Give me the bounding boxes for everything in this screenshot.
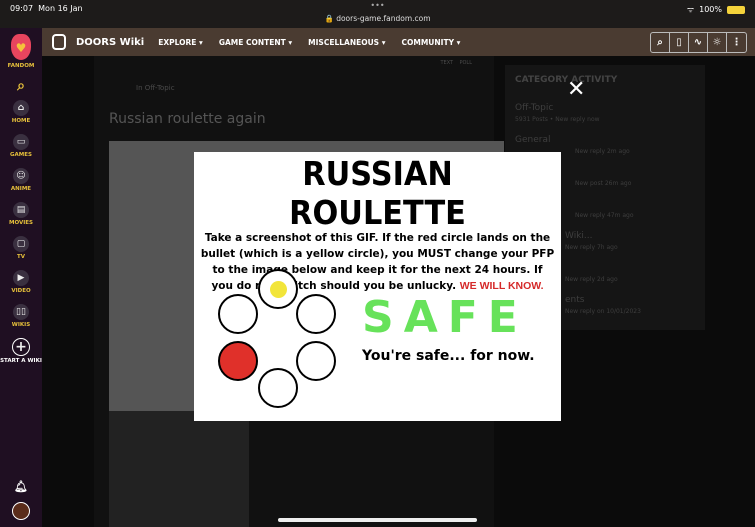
home-icon: ⌂ — [13, 100, 29, 116]
more-dots-icon[interactable]: ••• — [0, 1, 755, 10]
wifi-icon: ᯤ — [686, 5, 695, 14]
chamber-circle — [258, 368, 298, 408]
image-title: RUSSIAN ROULETTE — [289, 154, 466, 232]
bell-icon[interactable]: 🔔︎ — [0, 480, 42, 493]
theme-icon[interactable]: ☼ — [708, 33, 727, 52]
post-category[interactable]: In Off-Topic — [136, 84, 175, 92]
post-type-tabs[interactable]: TEXT POLL — [441, 60, 473, 66]
safe-text: SAFE — [362, 292, 528, 343]
sidebar-item-games[interactable]: ▭ GAMES — [0, 134, 42, 158]
book-icon[interactable]: ▯ — [670, 33, 689, 52]
video-icon: ▶ — [13, 270, 29, 286]
sidebar-item-wikis[interactable]: ▯▯ WIKIS — [0, 304, 42, 328]
address-bar[interactable]: 🔒 doors-game.fandom.com — [0, 14, 755, 23]
wiki-header: DOORS Wiki EXPLORE ▾ GAME CONTENT ▾ MISC… — [42, 28, 755, 56]
battery-text: 100% — [699, 5, 722, 14]
avatar[interactable] — [0, 502, 42, 520]
activity-icon[interactable]: ∿ — [689, 33, 708, 52]
wiki-logo[interactable] — [52, 34, 66, 50]
lightbox-image: RUSSIAN ROULETTE Take a screenshot of th… — [194, 152, 561, 421]
nav-miscellaneous[interactable]: MISCELLANEOUS ▾ — [308, 38, 385, 47]
chamber-circle — [296, 341, 336, 381]
image-warning: WE WILL KNOW. — [459, 280, 544, 292]
sidebar-item-home[interactable]: ⌂ HOME — [0, 100, 42, 124]
home-indicator[interactable] — [278, 518, 477, 522]
red-circle — [218, 341, 258, 381]
search-icon[interactable]: ⌕ — [0, 78, 42, 94]
start-wiki-button[interactable]: + START A WIKI — [0, 338, 42, 364]
sidebar-item-anime[interactable]: ☺ ANIME — [0, 168, 42, 192]
nav-game-content[interactable]: GAME CONTENT ▾ — [219, 38, 292, 47]
fandom-logo[interactable]: ♥ FANDOM — [0, 34, 42, 69]
fandom-sidebar: ♥ FANDOM ⌕ ⌂ HOME ▭ GAMES ☺ ANIME ▤ MOVIES ▢ T… — [0, 28, 42, 527]
chamber-circle — [218, 294, 258, 334]
movie-icon: ▤ — [13, 202, 29, 218]
status-bar: 09:07 Mon 16 Jan ••• 🔒 doors-game.fandom… — [0, 0, 755, 28]
status-icons: ᯤ 100% — [687, 4, 745, 15]
sidebar-item-movies[interactable]: ▤ MOVIES — [0, 202, 42, 226]
close-icon[interactable]: ✕ — [567, 77, 585, 102]
sidebar-item-video[interactable]: ▶ VIDEO — [0, 270, 42, 294]
post-title: Russian roulette again — [109, 111, 266, 127]
wiki-title[interactable]: DOORS Wiki — [76, 37, 144, 48]
tv-icon: ▢ — [13, 236, 29, 252]
chamber-circle — [296, 294, 336, 334]
safe-subtext: You're safe... for now. — [362, 348, 535, 364]
nav-community[interactable]: COMMUNITY ▾ — [401, 38, 460, 47]
bullet-circle — [258, 269, 298, 309]
sidebar-item-tv[interactable]: ▢ TV — [0, 236, 42, 260]
plus-icon: + — [12, 338, 30, 356]
nav-explore[interactable]: EXPLORE ▾ — [158, 38, 203, 47]
battery-icon — [727, 5, 745, 14]
book-icon: ▯▯ — [13, 304, 29, 320]
more-icon[interactable]: ⋮ — [727, 33, 746, 52]
post-image-face[interactable] — [109, 411, 249, 527]
list-item[interactable]: Off-Topic 5931 Posts • New reply now — [515, 103, 695, 135]
anime-icon: ☺ — [13, 168, 29, 184]
search-icon[interactable]: ⌕ — [651, 33, 670, 52]
gamepad-icon: ▭ — [13, 134, 29, 150]
